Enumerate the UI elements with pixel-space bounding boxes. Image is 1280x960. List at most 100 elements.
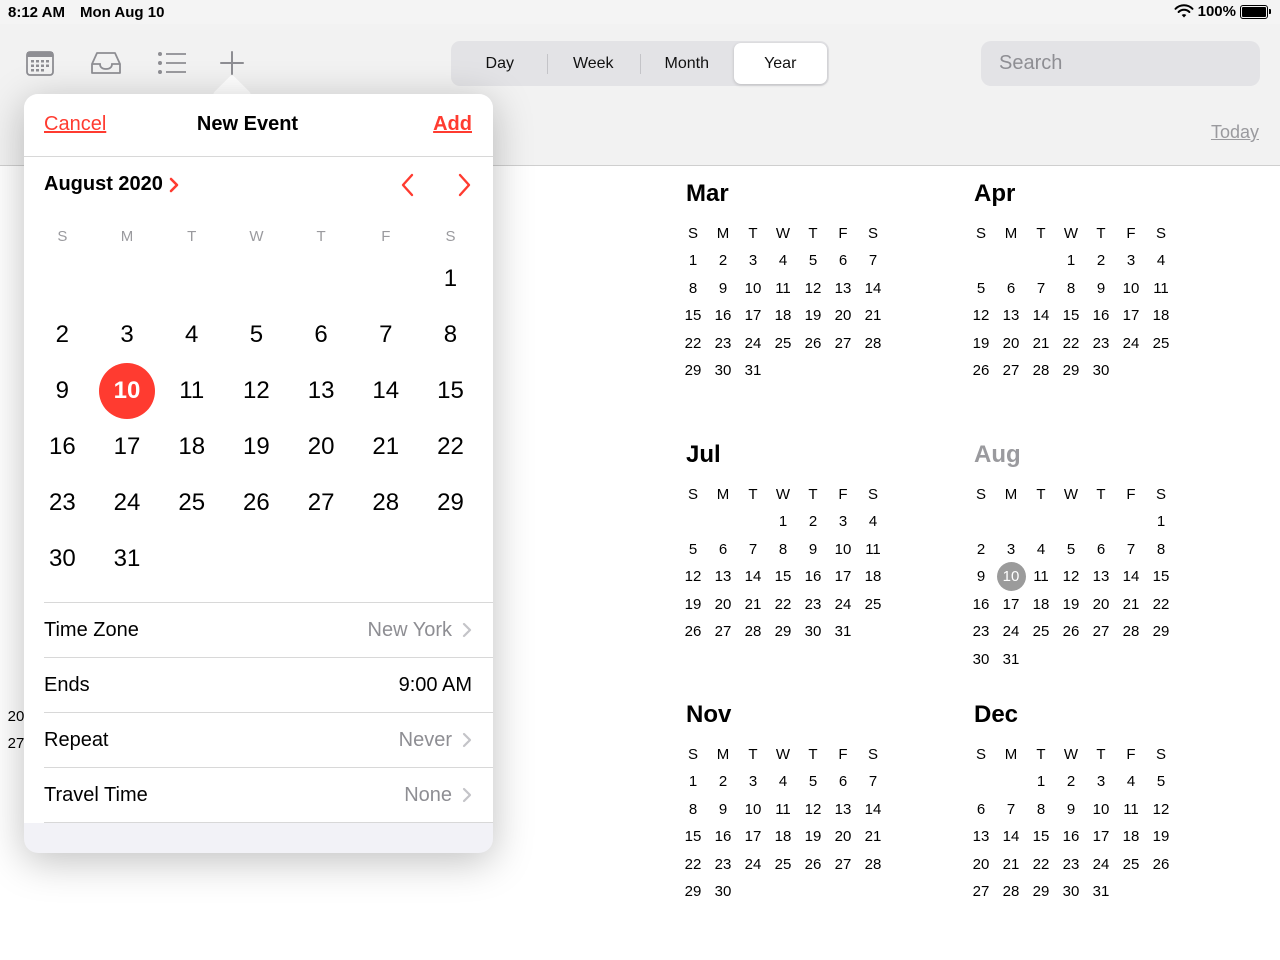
year-day[interactable]: 25: [1116, 851, 1146, 879]
year-day[interactable]: 13: [996, 302, 1026, 330]
year-day[interactable]: 30: [708, 357, 738, 385]
view-tab-year[interactable]: Year: [733, 43, 827, 84]
year-day[interactable]: 18: [858, 563, 888, 591]
year-day[interactable]: 13: [828, 275, 858, 303]
year-day[interactable]: 18: [1116, 823, 1146, 851]
year-day[interactable]: 28: [1116, 618, 1146, 646]
date-cell[interactable]: 23: [30, 475, 95, 531]
year-day[interactable]: 25: [768, 851, 798, 879]
year-day[interactable]: 11: [768, 275, 798, 303]
date-cell[interactable]: 2: [30, 307, 95, 363]
year-day[interactable]: 31: [828, 618, 858, 646]
date-cell[interactable]: 8: [418, 307, 483, 363]
year-day[interactable]: [996, 768, 1026, 796]
year-day[interactable]: 12: [1146, 796, 1176, 824]
date-cell[interactable]: 13: [289, 363, 354, 419]
date-cell[interactable]: 7: [353, 307, 418, 363]
year-day[interactable]: 10: [1116, 275, 1146, 303]
year-day[interactable]: 26: [1056, 618, 1086, 646]
year-day[interactable]: 11: [768, 796, 798, 824]
year-day[interactable]: 17: [738, 823, 768, 851]
year-day[interactable]: 4: [768, 247, 798, 275]
month-mar[interactable]: Mar S M T W T F S 1 2 3 4 5 6 7 8 9 10 11 12 13 14 15 16 17 18 19 2…: [678, 180, 894, 385]
date-cell[interactable]: 6: [289, 307, 354, 363]
date-cell[interactable]: [30, 251, 95, 307]
year-day[interactable]: 19: [966, 330, 996, 358]
date-cell[interactable]: 14: [353, 363, 418, 419]
year-day[interactable]: 24: [1086, 851, 1116, 879]
year-day[interactable]: 22: [1026, 851, 1056, 879]
year-day[interactable]: 21: [858, 823, 888, 851]
date-cell[interactable]: 30: [30, 531, 95, 587]
year-day[interactable]: 30: [1086, 357, 1116, 385]
month-nov[interactable]: Nov S M T W T F S 1 2 3 4 5 6 7 8 9 10 11 12 13 14 15 16 17 18 19 2…: [678, 701, 894, 906]
date-cell[interactable]: 3: [95, 307, 160, 363]
year-day[interactable]: 13: [1086, 563, 1116, 591]
year-day[interactable]: 25: [858, 591, 888, 619]
year-day[interactable]: 19: [1146, 823, 1176, 851]
year-day[interactable]: 16: [1086, 302, 1116, 330]
year-day[interactable]: [996, 247, 1026, 275]
date-cell[interactable]: 25: [159, 475, 224, 531]
year-day[interactable]: 27: [828, 851, 858, 879]
year-day[interactable]: 6: [1086, 536, 1116, 564]
year-day[interactable]: 17: [996, 591, 1026, 619]
year-day[interactable]: 30: [1056, 878, 1086, 906]
year-day[interactable]: 1: [1026, 768, 1056, 796]
year-day[interactable]: 19: [678, 591, 708, 619]
year-day[interactable]: 31: [996, 646, 1026, 674]
date-cell[interactable]: 12: [224, 363, 289, 419]
year-day[interactable]: 4: [858, 508, 888, 536]
year-day[interactable]: 18: [768, 302, 798, 330]
year-day[interactable]: 12: [966, 302, 996, 330]
year-day[interactable]: 13: [708, 563, 738, 591]
year-day[interactable]: 21: [858, 302, 888, 330]
year-day[interactable]: 7: [858, 768, 888, 796]
year-day[interactable]: 24: [828, 591, 858, 619]
year-day[interactable]: 27: [996, 357, 1026, 385]
year-day[interactable]: 20: [1086, 591, 1116, 619]
year-day[interactable]: 2: [966, 536, 996, 564]
year-day[interactable]: 22: [678, 330, 708, 358]
date-cell[interactable]: 19: [224, 419, 289, 475]
year-day[interactable]: 21: [996, 851, 1026, 879]
year-day[interactable]: 27: [966, 878, 996, 906]
year-day[interactable]: 26: [798, 330, 828, 358]
year-day[interactable]: 12: [1056, 563, 1086, 591]
year-day[interactable]: 16: [1056, 823, 1086, 851]
year-day[interactable]: 5: [966, 275, 996, 303]
year-day[interactable]: 14: [1116, 563, 1146, 591]
year-day[interactable]: 12: [798, 796, 828, 824]
date-cell[interactable]: [289, 251, 354, 307]
year-day[interactable]: 9: [708, 275, 738, 303]
year-day[interactable]: [1056, 508, 1086, 536]
year-day[interactable]: 3: [738, 247, 768, 275]
year-day[interactable]: 16: [966, 591, 996, 619]
year-day[interactable]: 23: [708, 330, 738, 358]
year-day[interactable]: 30: [966, 646, 996, 674]
year-day[interactable]: 20: [996, 330, 1026, 358]
year-day[interactable]: [738, 508, 768, 536]
year-day[interactable]: 8: [1026, 796, 1056, 824]
search-input[interactable]: [999, 52, 1264, 75]
year-day[interactable]: 5: [1146, 768, 1176, 796]
month-picker-button[interactable]: August 2020: [44, 173, 179, 196]
year-day[interactable]: 15: [1146, 563, 1176, 591]
year-day[interactable]: 21: [738, 591, 768, 619]
year-day[interactable]: 27: [1086, 618, 1116, 646]
year-day[interactable]: 6: [996, 275, 1026, 303]
year-day[interactable]: 24: [996, 618, 1026, 646]
year-day[interactable]: 7: [1026, 275, 1056, 303]
year-day[interactable]: 19: [798, 823, 828, 851]
year-day[interactable]: [966, 508, 996, 536]
date-cell[interactable]: 4: [159, 307, 224, 363]
view-tab-week[interactable]: Week: [546, 43, 641, 84]
date-cell[interactable]: 20: [289, 419, 354, 475]
year-day[interactable]: 17: [828, 563, 858, 591]
view-tab-day[interactable]: Day: [453, 43, 547, 84]
year-day[interactable]: 26: [798, 851, 828, 879]
year-day[interactable]: 5: [678, 536, 708, 564]
year-day[interactable]: 22: [768, 591, 798, 619]
year-day[interactable]: 6: [708, 536, 738, 564]
year-day[interactable]: 24: [738, 330, 768, 358]
